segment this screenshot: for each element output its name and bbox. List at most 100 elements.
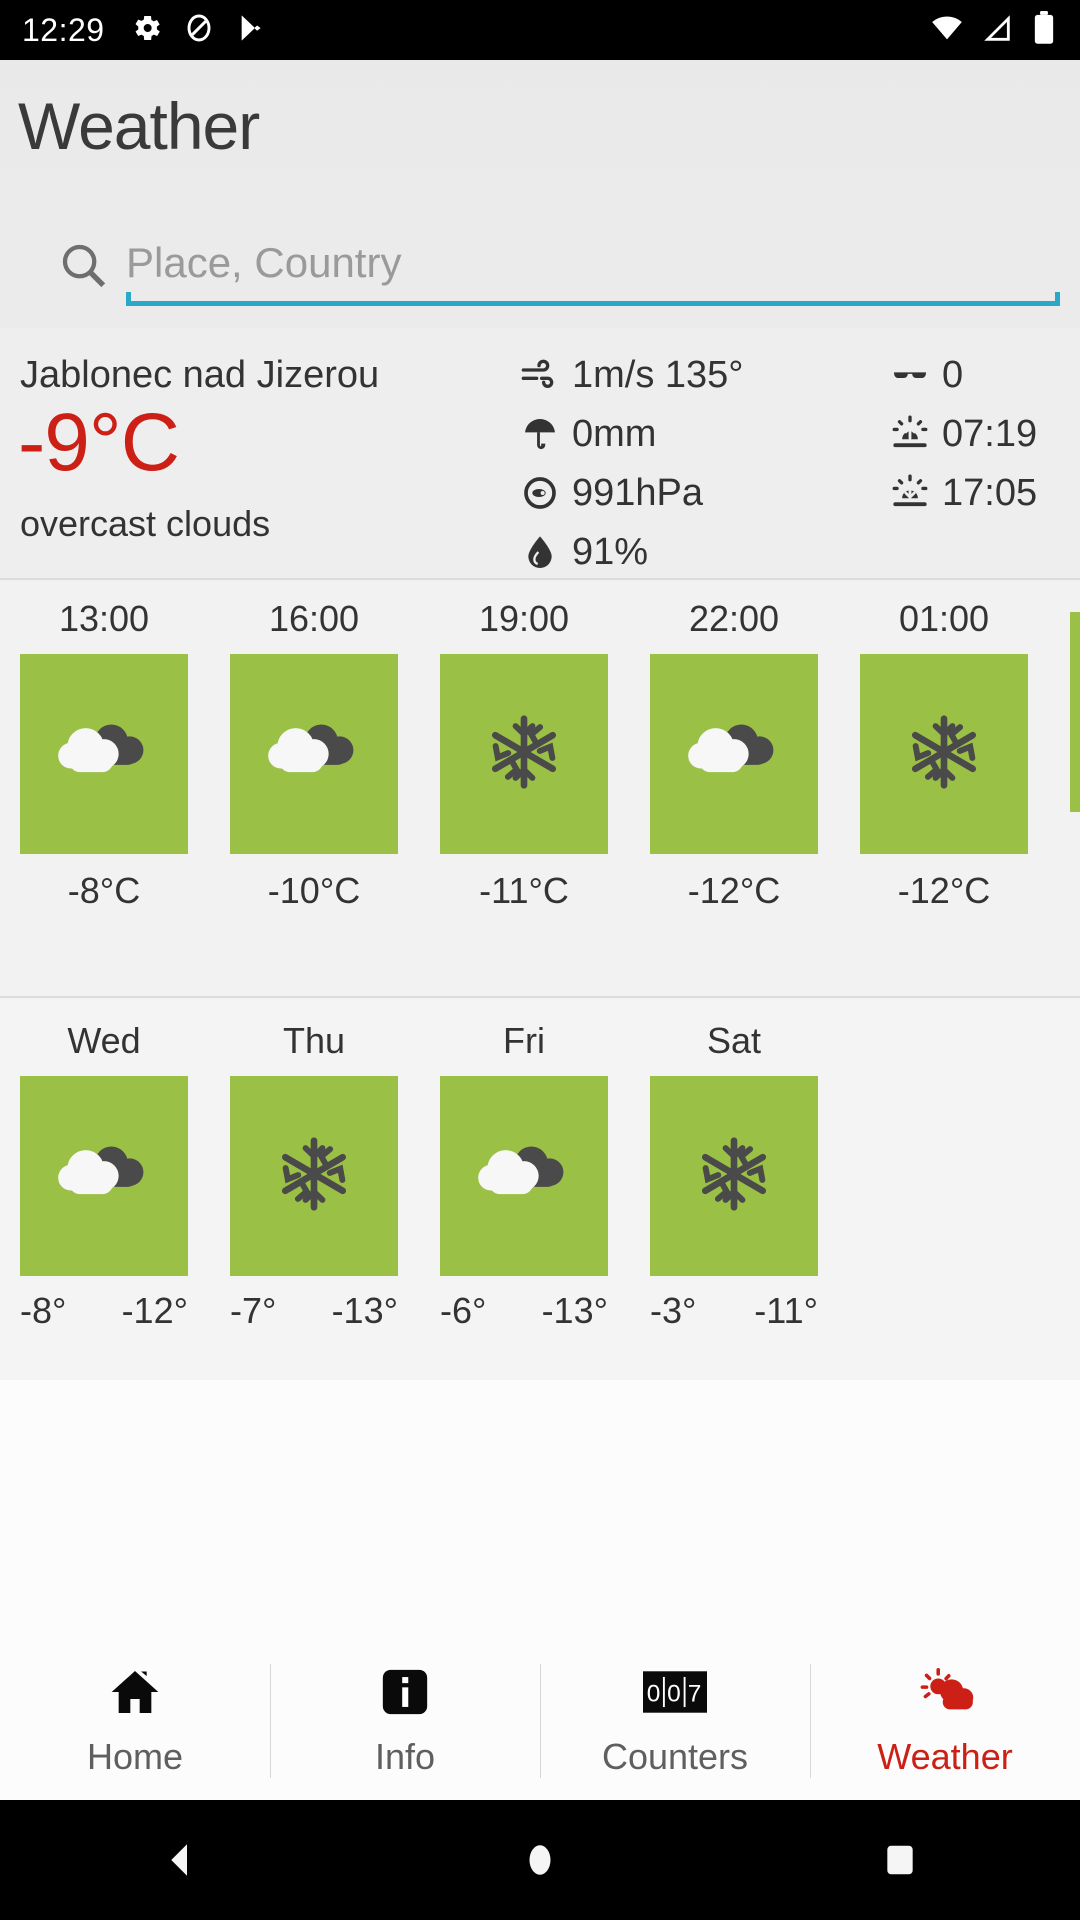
cloudy-icon (49, 1134, 159, 1219)
wind-icon (518, 355, 562, 395)
current-description: overcast clouds (20, 503, 271, 544)
snowflake-icon (482, 710, 566, 799)
hourly-tile (20, 654, 188, 854)
sunglasses-icon (888, 355, 932, 395)
bottom-navigation[interactable]: Home Info 0 0 7 Counters Weather (0, 1642, 1080, 1800)
info-icon (377, 1664, 433, 1720)
metric-wind-value: 1m/s 135° (572, 353, 744, 396)
nav-label-weather: Weather (877, 1736, 1013, 1777)
recents-icon[interactable] (840, 1800, 960, 1920)
cloudy-icon (49, 712, 159, 797)
daily-item[interactable]: Thu -7° -13° (230, 998, 398, 1332)
search-underline (126, 292, 1060, 306)
metric-pressure: 991hPa (518, 468, 744, 518)
daily-low: -13° (331, 1290, 398, 1331)
hourly-item[interactable]: 16:00 -10°C (230, 580, 398, 912)
metric-sunrise-value: 07:19 (942, 412, 1038, 455)
hourly-forecast[interactable]: 13:00 -8°C 16:00 -10°C 19:00 -11°C 22:00… (0, 580, 1080, 996)
hourly-tile (860, 654, 1028, 854)
battery-icon (1030, 10, 1058, 50)
snowflake-icon (272, 1132, 356, 1221)
svg-text:0: 0 (647, 1680, 661, 1707)
nav-label-counters: Counters (601, 1736, 749, 1777)
gear-icon (131, 12, 163, 49)
hourly-item[interactable]: 19:00 -11°C (440, 580, 608, 912)
hourly-temp: -11°C (479, 870, 569, 911)
daily-low: -12° (121, 1290, 188, 1331)
counters-icon: 0 0 7 (643, 1664, 707, 1720)
status-right-icons (930, 10, 1058, 50)
daily-high: -8° (20, 1290, 67, 1331)
svg-text:0: 0 (667, 1680, 681, 1707)
wifi-icon (930, 11, 964, 50)
nav-label-home: Home (86, 1736, 184, 1777)
daily-temps: -6° -13° (440, 1290, 608, 1332)
search-input[interactable] (126, 228, 1060, 298)
daily-tile (650, 1076, 818, 1276)
metric-humidity-value: 91% (572, 530, 649, 573)
sunrise-icon (888, 413, 932, 455)
daily-high: -7° (230, 1290, 277, 1331)
search-bar[interactable] (0, 208, 1080, 328)
back-icon[interactable] (120, 1800, 240, 1920)
hourly-tile (1070, 612, 1080, 812)
hourly-item[interactable]: 13:00 -8°C (20, 580, 188, 912)
hourly-item[interactable]: 01:00 -12°C (860, 580, 1028, 912)
hourly-temp: -12°C (687, 870, 781, 911)
cloudy-icon (259, 712, 369, 797)
current-temperature: -9°C (18, 397, 180, 488)
hourly-track[interactable]: 13:00 -8°C 16:00 -10°C 19:00 -11°C 22:00… (20, 580, 1080, 912)
metric-precipitation: 0mm (518, 409, 744, 459)
metric-sunset-value: 17:05 (942, 471, 1038, 514)
hourly-time: 13:00 (58, 598, 150, 639)
empty-area (0, 1380, 1080, 1642)
daily-tile (20, 1076, 188, 1276)
svg-text:7: 7 (688, 1680, 702, 1707)
barometer-icon (518, 473, 562, 513)
daily-low: -13° (541, 1290, 608, 1331)
hourly-tile (650, 654, 818, 854)
daily-track[interactable]: Wed -8° -12° Thu -7° -13° Fri -6° -13° S… (20, 998, 818, 1332)
daily-forecast[interactable]: Wed -8° -12° Thu -7° -13° Fri -6° -13° S… (0, 998, 1080, 1380)
hourly-tile (230, 654, 398, 854)
home-circle-icon[interactable] (480, 1800, 600, 1920)
hourly-time: 22:00 (688, 598, 780, 639)
status-clock: 12:29 (22, 12, 105, 48)
hourly-tile (440, 654, 608, 854)
nav-item-info[interactable]: Info (270, 1642, 540, 1800)
daily-temps: -3° -11° (650, 1290, 818, 1332)
daily-item[interactable]: Wed -8° -12° (20, 998, 188, 1332)
nav-item-weather[interactable]: Weather (810, 1642, 1080, 1800)
daily-day: Thu (282, 1020, 346, 1061)
nav-item-home[interactable]: Home (0, 1642, 270, 1800)
nav-item-counters[interactable]: 0 0 7 Counters (540, 1642, 810, 1800)
daily-high: -3° (650, 1290, 697, 1331)
droplet-icon (518, 532, 562, 572)
hourly-item[interactable] (1070, 580, 1080, 912)
daily-day: Sat (706, 1020, 762, 1061)
current-place: Jablonec nad Jizerou (20, 354, 380, 396)
metric-pressure-value: 991hPa (572, 471, 704, 514)
daily-item[interactable]: Fri -6° -13° (440, 998, 608, 1332)
android-nav-bar[interactable] (0, 1800, 1080, 1920)
hourly-time: 01:00 (898, 598, 990, 639)
hourly-item[interactable]: 22:00 -12°C (650, 580, 818, 912)
app-bar: Weather (0, 60, 1080, 208)
metric-uv-value: 0 (942, 353, 964, 396)
snowflake-icon (692, 1132, 776, 1221)
daily-temps: -7° -13° (230, 1290, 398, 1332)
sunset-icon (888, 472, 932, 514)
metric-humidity: 91% (518, 527, 744, 577)
daily-temps: -8° -12° (20, 1290, 188, 1332)
search-field[interactable] (126, 228, 1060, 306)
metric-wind: 1m/s 135° (518, 350, 744, 400)
app-screen: 12:29 Weather Place, Country Jablonec na… (0, 0, 1080, 1920)
hourly-temp: -8°C (67, 870, 141, 911)
daily-high: -6° (440, 1290, 487, 1331)
hourly-time: 19:00 (478, 598, 570, 639)
daily-item[interactable]: Sat -3° -11° (650, 998, 818, 1332)
hourly-temp: -12°C (897, 870, 991, 911)
hourly-temp: -10°C (267, 870, 361, 911)
status-bar: 12:29 (0, 0, 1080, 60)
cloudy-icon (679, 712, 789, 797)
